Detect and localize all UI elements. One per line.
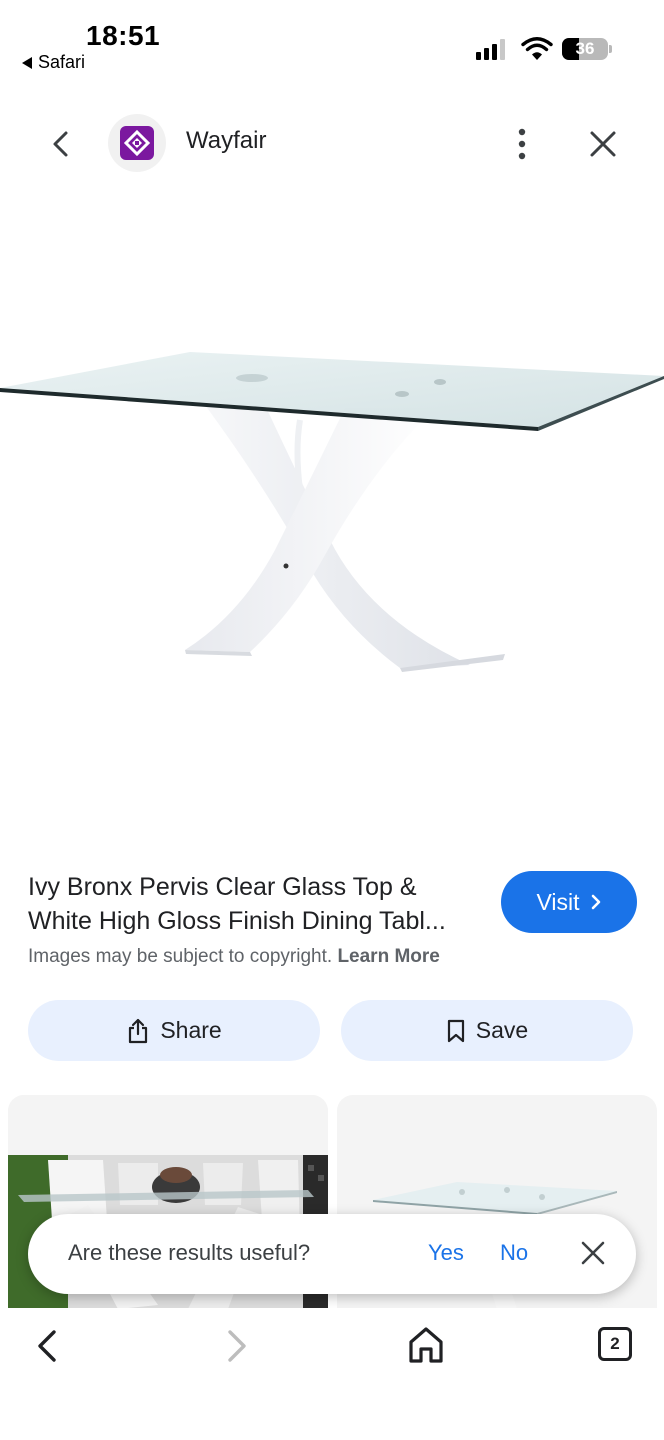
tabs-count: 2: [610, 1334, 620, 1353]
feedback-question: Are these results useful?: [68, 1240, 311, 1265]
forward-icon[interactable]: [218, 1326, 254, 1366]
chevron-right-icon: [591, 894, 600, 910]
visit-label: Visit: [536, 888, 580, 915]
back-icon[interactable]: [30, 1326, 66, 1366]
save-label: Save: [475, 1017, 529, 1043]
battery-icon: 36: [562, 38, 608, 60]
save-button[interactable]: Save: [341, 1000, 633, 1061]
feedback-yes-button[interactable]: Yes: [428, 1240, 464, 1266]
wifi-icon: [521, 37, 553, 60]
result-title-line-1: Ivy Bronx Pervis Clear Glass Top &: [28, 873, 417, 901]
site-favicon[interactable]: [108, 114, 166, 172]
visit-button[interactable]: Visit: [501, 871, 637, 933]
bookmark-icon: [447, 1019, 464, 1042]
learn-more-link[interactable]: Learn More: [337, 946, 439, 967]
back-to-app-link[interactable]: Safari: [22, 52, 85, 73]
wayfair-logo-icon: [120, 126, 154, 160]
copyright-text: Images may be subject to copyright.: [28, 946, 333, 967]
bottom-nav-bar: 2: [0, 1308, 664, 1440]
battery-level: 36: [575, 39, 595, 58]
close-icon[interactable]: [584, 125, 622, 163]
result-title[interactable]: Ivy Bronx Pervis Clear Glass Top & White…: [28, 870, 484, 938]
back-arrow-icon[interactable]: [44, 126, 80, 162]
tabs-icon[interactable]: 2: [598, 1327, 632, 1361]
feedback-no-button[interactable]: No: [500, 1240, 528, 1266]
home-icon[interactable]: [406, 1324, 446, 1366]
share-label: Share: [160, 1017, 222, 1043]
battery-cap: [609, 45, 612, 53]
copyright-notice: Images may be subject to copyright. Lear…: [28, 946, 440, 968]
cellular-signal-icon: [476, 38, 505, 60]
share-icon: [129, 1018, 148, 1043]
back-app-label: Safari: [38, 52, 86, 72]
share-button[interactable]: Share: [28, 1000, 320, 1061]
feedback-toast: Are these results useful? Yes No: [28, 1214, 636, 1294]
more-vert-icon[interactable]: [504, 126, 540, 162]
site-name: Wayfair: [186, 127, 267, 154]
status-time: 18:51: [86, 20, 161, 51]
close-icon[interactable]: [578, 1238, 608, 1268]
back-triangle-icon: [22, 56, 32, 69]
result-title-line-2: White High Gloss Finish Dining Tabl...: [28, 907, 446, 935]
product-image[interactable]: [0, 290, 664, 710]
